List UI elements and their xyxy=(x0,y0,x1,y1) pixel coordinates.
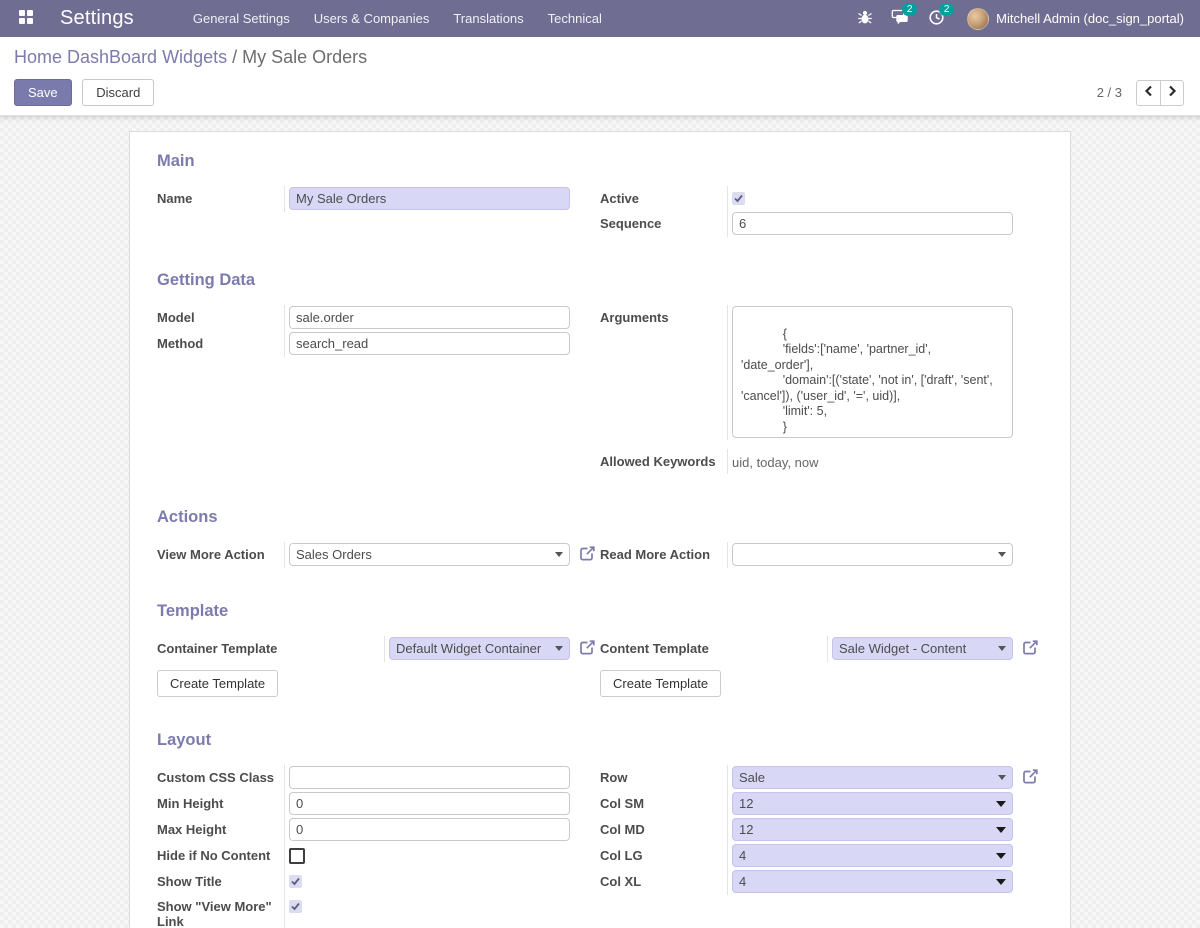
user-name: Mitchell Admin (doc_sign_portal) xyxy=(996,11,1184,26)
discard-button[interactable]: Discard xyxy=(82,79,154,106)
col-lg-label: Col LG xyxy=(600,843,727,863)
apps-grid-icon xyxy=(19,10,33,27)
save-button[interactable]: Save xyxy=(14,79,72,106)
section-title-getting-data: Getting Data xyxy=(157,271,1043,290)
dropdown-caret-icon xyxy=(996,853,1006,859)
container-template-label: Container Template xyxy=(157,636,384,656)
pager-next-button[interactable] xyxy=(1160,80,1184,106)
menu-translations[interactable]: Translations xyxy=(442,1,534,36)
col-lg-select[interactable]: 4 xyxy=(732,844,1013,867)
sequence-label: Sequence xyxy=(600,211,727,231)
dropdown-caret-icon xyxy=(996,827,1006,833)
top-menu: General Settings Users & Companies Trans… xyxy=(182,1,613,36)
app-title: Settings xyxy=(60,7,134,30)
hide-if-no-content-label: Hide if No Content xyxy=(157,843,284,863)
col-md-select[interactable]: 12 xyxy=(732,818,1013,841)
breadcrumb-separator: / xyxy=(232,47,237,67)
user-avatar xyxy=(967,8,989,30)
form-sheet: Main Name Active Sequence Get xyxy=(129,131,1071,928)
pager-previous-button[interactable] xyxy=(1136,80,1160,106)
container-template-external-link-icon[interactable] xyxy=(579,640,596,656)
pager: 2 / 3 xyxy=(1097,80,1184,106)
col-md-label: Col MD xyxy=(600,817,727,837)
col-sm-label: Col SM xyxy=(600,791,727,811)
view-more-action-external-link-icon[interactable] xyxy=(579,546,596,562)
section-title-main: Main xyxy=(157,152,1043,171)
show-view-more-link-label: Show "View More" Link xyxy=(157,894,284,928)
breadcrumb: Home DashBoard Widgets/My Sale Orders xyxy=(14,47,1184,68)
breadcrumb-parent-link[interactable]: Home DashBoard Widgets xyxy=(14,47,227,67)
method-label: Method xyxy=(157,331,284,351)
content-template-external-link-icon[interactable] xyxy=(1022,640,1039,656)
hide-if-no-content-checkbox[interactable] xyxy=(289,848,305,864)
method-input[interactable] xyxy=(289,332,570,355)
menu-general-settings[interactable]: General Settings xyxy=(182,1,301,36)
arguments-textarea[interactable]: { 'fields':['name', 'partner_id', 'date_… xyxy=(732,306,1013,438)
min-height-label: Min Height xyxy=(157,791,284,811)
messages-menu-button[interactable]: 2 xyxy=(891,9,910,28)
allowed-keywords-label: Allowed Keywords xyxy=(600,449,727,469)
debug-menu-button[interactable] xyxy=(857,9,873,28)
chevron-left-icon xyxy=(1144,85,1154,100)
form-buttons: Save Discard xyxy=(14,79,154,106)
show-view-more-link-checkbox[interactable] xyxy=(289,900,302,913)
pager-value: 2 / 3 xyxy=(1097,85,1122,100)
activities-menu-button[interactable]: 2 xyxy=(928,9,945,29)
max-height-label: Max Height xyxy=(157,817,284,837)
user-menu[interactable]: Mitchell Admin (doc_sign_portal) xyxy=(967,8,1184,30)
name-label: Name xyxy=(157,186,284,206)
content-template-select[interactable]: Sale Widget - Content xyxy=(832,637,1013,660)
col-sm-select[interactable]: 12 xyxy=(732,792,1013,815)
section-title-layout: Layout xyxy=(157,731,1043,750)
arguments-label: Arguments xyxy=(600,305,727,325)
dropdown-caret-icon xyxy=(555,552,563,557)
sequence-input[interactable] xyxy=(732,212,1013,235)
model-input[interactable] xyxy=(289,306,570,329)
chevron-right-icon xyxy=(1167,85,1177,100)
show-title-checkbox[interactable] xyxy=(289,875,302,888)
col-xl-select[interactable]: 4 xyxy=(732,870,1013,893)
name-input[interactable] xyxy=(289,187,570,210)
activities-badge: 2 xyxy=(939,3,954,16)
min-height-input[interactable] xyxy=(289,792,570,815)
section-title-template: Template xyxy=(157,602,1043,621)
read-more-action-label: Read More Action xyxy=(600,542,727,562)
dropdown-caret-icon xyxy=(998,646,1006,651)
dropdown-caret-icon xyxy=(998,775,1006,780)
active-label: Active xyxy=(600,186,727,206)
model-label: Model xyxy=(157,305,284,325)
active-checkbox[interactable] xyxy=(732,192,745,205)
breadcrumb-current: My Sale Orders xyxy=(242,47,367,67)
custom-css-class-label: Custom CSS Class xyxy=(157,765,284,785)
dropdown-caret-icon xyxy=(555,646,563,651)
bug-icon xyxy=(857,9,873,28)
content-background: Main Name Active Sequence Get xyxy=(0,116,1200,928)
dropdown-caret-icon xyxy=(996,801,1006,807)
apps-menu-button[interactable] xyxy=(14,7,38,31)
control-panel: Home DashBoard Widgets/My Sale Orders Sa… xyxy=(0,37,1200,116)
col-xl-label: Col XL xyxy=(600,869,727,889)
view-more-action-select[interactable]: Sales Orders xyxy=(289,543,570,566)
row-select[interactable]: Sale xyxy=(732,766,1013,789)
systray: 2 2 Mitchell Admin (doc_sign_portal) xyxy=(857,8,1184,30)
messages-badge: 2 xyxy=(902,3,917,16)
row-label: Row xyxy=(600,765,727,785)
dropdown-caret-icon xyxy=(996,879,1006,885)
section-title-actions: Actions xyxy=(157,508,1043,527)
dropdown-caret-icon xyxy=(998,552,1006,557)
create-content-template-button[interactable]: Create Template xyxy=(600,670,721,697)
create-container-template-button[interactable]: Create Template xyxy=(157,670,278,697)
allowed-keywords-value: uid, today, now xyxy=(732,450,1013,470)
max-height-input[interactable] xyxy=(289,818,570,841)
row-external-link-icon[interactable] xyxy=(1022,769,1039,785)
content-template-label: Content Template xyxy=(600,636,827,656)
menu-technical[interactable]: Technical xyxy=(537,1,613,36)
view-more-action-label: View More Action xyxy=(157,542,284,562)
container-template-select[interactable]: Default Widget Container xyxy=(389,637,570,660)
top-navbar: Settings General Settings Users & Compan… xyxy=(0,0,1200,37)
read-more-action-select[interactable] xyxy=(732,543,1013,566)
show-title-label: Show Title xyxy=(157,869,284,889)
custom-css-class-input[interactable] xyxy=(289,766,570,789)
menu-users-companies[interactable]: Users & Companies xyxy=(303,1,441,36)
